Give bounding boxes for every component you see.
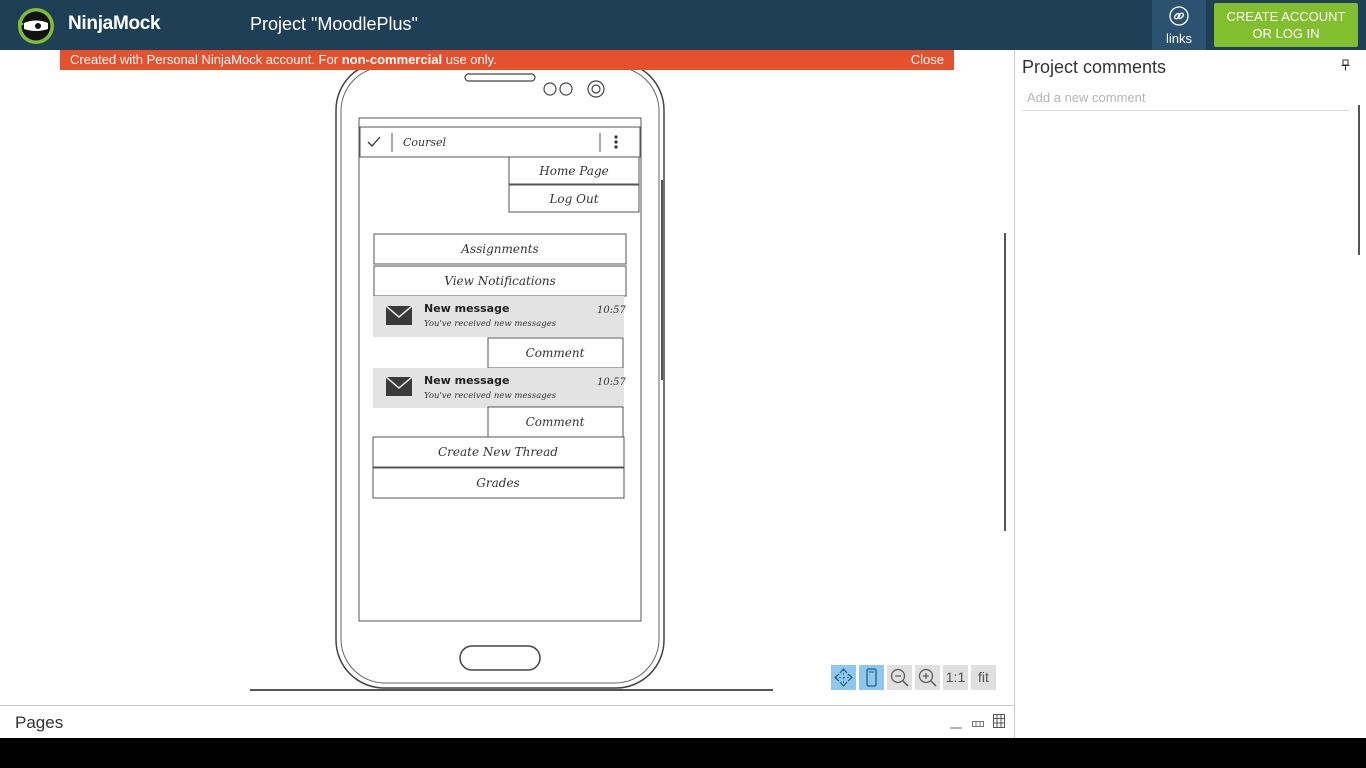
- svg-text:Comment: Comment: [526, 346, 585, 360]
- zoom-out-icon: [890, 668, 909, 687]
- zoom-in-icon: [918, 668, 937, 687]
- brand-name: NinjaMock: [68, 13, 161, 34]
- notice-text-after: use only.: [442, 52, 497, 67]
- notice-close-link[interactable]: Close: [911, 50, 944, 70]
- canvas-vertical-scrollbar[interactable]: [1004, 233, 1006, 531]
- links-label: links: [1165, 31, 1192, 46]
- comment-button[interactable]: Comment: [487, 406, 624, 438]
- notification-time: 10:57: [597, 377, 626, 388]
- comments-title: Project comments: [1022, 57, 1167, 77]
- create-account-line1: CREATE ACCOUNT: [1226, 9, 1346, 24]
- assignments-button[interactable]: Assignments: [373, 233, 627, 265]
- zoom-fit-button[interactable]: fit: [971, 665, 996, 690]
- bottom-strip: [0, 738, 1366, 768]
- comment-button[interactable]: Comment: [487, 337, 624, 369]
- toolbar-title: Coursel: [403, 136, 447, 149]
- link-icon: [1169, 6, 1189, 26]
- notification-item[interactable]: New message You've received new messages…: [373, 296, 626, 337]
- svg-text:Home Page: Home Page: [538, 164, 608, 178]
- pan-mode-button[interactable]: [831, 665, 856, 690]
- svg-text:Log Out: Log Out: [548, 192, 598, 206]
- svg-text:Create New Thread: Create New Thread: [438, 445, 558, 459]
- project-title: Project "MoodlePlus": [250, 14, 418, 34]
- phone-icon: [866, 668, 877, 687]
- notification-subtitle: You've received new messages: [424, 391, 557, 401]
- ninja-logo-icon[interactable]: [10, 6, 62, 46]
- comments-panel: Project comments: [1014, 50, 1366, 738]
- pin-icon[interactable]: [1341, 59, 1350, 74]
- list-view-icon[interactable]: [950, 724, 962, 730]
- strip-view-icon[interactable]: [972, 720, 984, 728]
- notification-item[interactable]: New message You've received new messages…: [373, 368, 626, 408]
- phone-mockup: Coursel Home Page Log Out Assignments Vi…: [250, 61, 773, 691]
- grid-view-icon[interactable]: [993, 714, 1005, 728]
- device-frame-button[interactable]: [859, 665, 884, 690]
- menu-item-home-page[interactable]: Home Page: [508, 156, 640, 185]
- svg-text:Assignments: Assignments: [460, 242, 538, 256]
- notification-title: New message: [424, 374, 509, 387]
- pages-title: Pages: [15, 713, 64, 732]
- notification-subtitle: You've received new messages: [424, 319, 557, 329]
- license-notice-bar: Created with Personal NinjaMock account.…: [60, 50, 954, 70]
- comments-scrollbar[interactable]: [1358, 105, 1360, 255]
- comment-input[interactable]: [1022, 84, 1350, 111]
- zoom-actual-size-button[interactable]: 1:1: [943, 665, 968, 690]
- links-button[interactable]: links: [1152, 0, 1206, 50]
- svg-text:View Notifications: View Notifications: [444, 274, 556, 288]
- menu-item-log-out[interactable]: Log Out: [508, 184, 640, 213]
- move-icon: [834, 668, 853, 687]
- create-account-button[interactable]: CREATE ACCOUNT OR LOG IN: [1214, 3, 1358, 47]
- svg-text:Comment: Comment: [526, 415, 585, 429]
- zoom-out-button[interactable]: [887, 665, 912, 690]
- notice-text-before: Created with Personal NinjaMock account.…: [70, 52, 342, 67]
- notification-time: 10:57: [597, 305, 626, 316]
- view-notifications-button[interactable]: View Notifications: [373, 265, 627, 297]
- notice-text-bold: non-commercial: [341, 52, 443, 67]
- envelope-icon: [385, 305, 413, 325]
- design-canvas[interactable]: Coursel Home Page Log Out Assignments Vi…: [0, 50, 1014, 705]
- svg-text:Grades: Grades: [476, 476, 519, 490]
- grades-button[interactable]: Grades: [372, 467, 625, 499]
- create-new-thread-button[interactable]: Create New Thread: [372, 436, 625, 468]
- zoom-in-button[interactable]: [915, 665, 940, 690]
- top-bar: NinjaMock Project "MoodlePlus" links CRE…: [0, 0, 1366, 50]
- more-vert-icon[interactable]: [614, 135, 618, 149]
- pages-panel: Pages: [0, 705, 1014, 738]
- notification-title: New message: [424, 302, 509, 315]
- envelope-icon: [385, 376, 413, 396]
- create-account-line2: OR LOG IN: [1252, 26, 1320, 41]
